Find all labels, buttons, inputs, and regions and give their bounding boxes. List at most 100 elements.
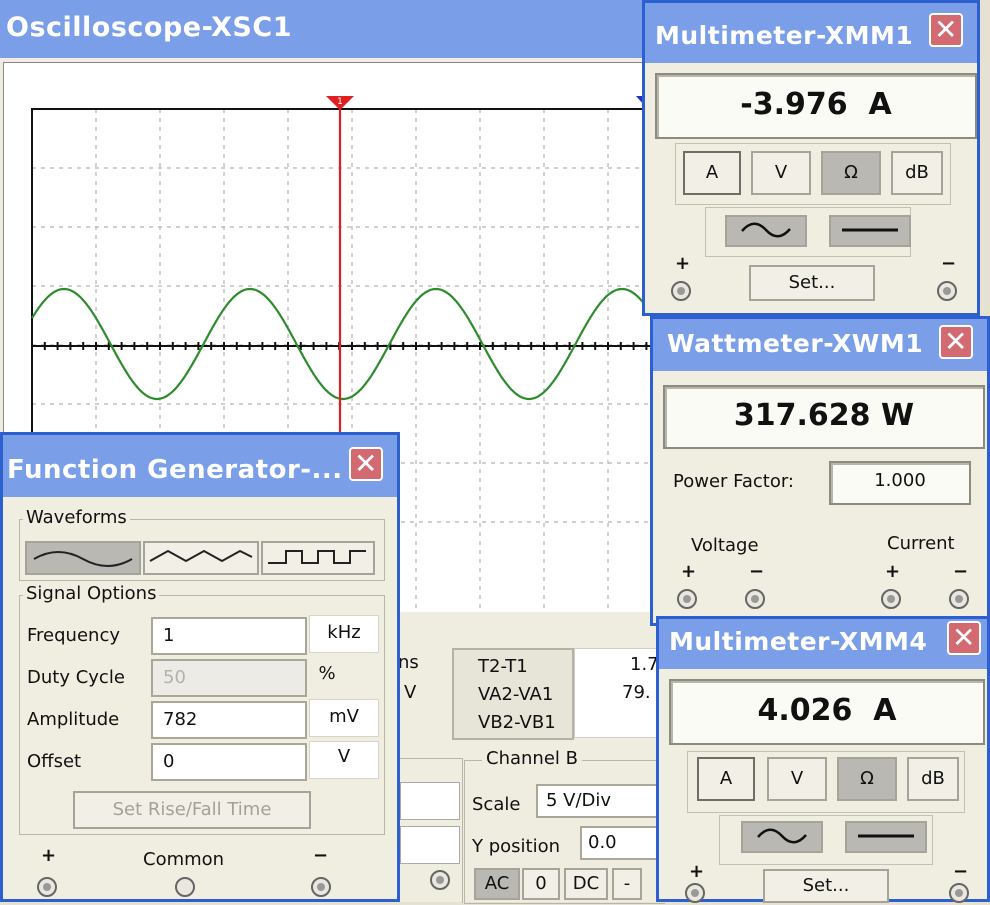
fg-common-terminal[interactable] — [173, 875, 197, 899]
xmm4-voltmeter-button[interactable]: V — [767, 757, 827, 801]
current-plus-terminal[interactable] — [879, 587, 903, 611]
delta-value-a: 1.7 — [630, 654, 659, 675]
multimeter-xmm4-reading: 4.026 A — [669, 679, 985, 745]
offset-unit[interactable]: V — [309, 741, 379, 779]
t1-column-fragment-a: ns — [398, 652, 419, 673]
square-wave-button[interactable] — [261, 541, 375, 575]
voltage-plus-terminal[interactable] — [675, 587, 699, 611]
multimeter-xmm4-close-button[interactable]: ✕ — [947, 621, 981, 655]
amplitude-unit[interactable]: mV — [309, 699, 379, 737]
sine-wave-icon — [33, 551, 133, 567]
oscilloscope-titlebar[interactable]: Oscilloscope-XSC1 — [0, 0, 660, 58]
xmm4-plus-terminal[interactable] — [683, 881, 707, 905]
voltage-minus-label: − — [749, 561, 765, 582]
fg-plus-label: + — [41, 845, 57, 866]
power-factor-value: 1.000 — [829, 461, 971, 505]
channel-b-ypos-label: Y position — [472, 836, 561, 857]
fg-common-label: Common — [143, 849, 225, 870]
xmm1-minus-label: − — [941, 253, 957, 274]
close-icon: ✕ — [952, 621, 976, 654]
voltage-plus-label: + — [681, 561, 697, 582]
dc-line-icon — [842, 228, 898, 232]
xmm4-plus-label: + — [689, 861, 705, 882]
triangle-wave-icon — [149, 549, 253, 563]
triangle-wave-button[interactable] — [143, 541, 259, 575]
power-factor-label: Power Factor: — [673, 471, 794, 492]
fg-minus-label: − — [313, 845, 329, 866]
square-wave-icon — [268, 550, 366, 564]
multimeter-xmm1-reading: -3.976 A — [655, 73, 977, 139]
delta-value-b: 79. — [622, 682, 651, 703]
current-label: Current — [887, 533, 955, 554]
offset-label: Offset — [27, 751, 82, 772]
channel-b-scale-label: Scale — [472, 794, 521, 815]
fg-minus-terminal[interactable] — [309, 875, 333, 899]
ext-trigger-terminal[interactable] — [428, 868, 452, 892]
channel-b-scale-field[interactable]: 5 V/Div — [536, 784, 660, 818]
xmm4-minus-terminal[interactable] — [947, 881, 971, 905]
frequency-label: Frequency — [27, 625, 120, 646]
xmm1-ammeter-button[interactable]: A — [683, 151, 741, 195]
close-icon: ✕ — [944, 325, 968, 358]
xmm4-minus-label: − — [953, 861, 969, 882]
oscilloscope-title: Oscilloscope-XSC1 — [6, 12, 292, 43]
xmm1-plus-terminal[interactable] — [669, 279, 693, 303]
sine-wave-button[interactable] — [25, 541, 141, 575]
channel-b-ypos-field[interactable]: 0.0 — [580, 826, 660, 860]
duty-cycle-label: Duty Cycle — [27, 667, 125, 688]
function-generator-close-button[interactable]: ✕ — [349, 447, 383, 481]
close-icon: ✕ — [934, 13, 958, 46]
signal-options-label: Signal Options — [23, 583, 160, 604]
offset-field[interactable]: 0 — [151, 743, 307, 781]
dc-line-icon — [858, 834, 914, 838]
function-generator-title: Function Generator-... — [7, 455, 343, 485]
cursor-1-number: 1 — [337, 97, 343, 107]
xmm1-dc-button[interactable] — [829, 215, 911, 247]
multimeter-xmm4-window: Multimeter-XMM4 ✕ 4.026 A A V Ω dB + − S… — [656, 616, 990, 905]
xmm4-set-button[interactable]: Set... — [763, 869, 889, 903]
frequency-field[interactable]: 1 — [151, 617, 307, 655]
voltage-minus-terminal[interactable] — [743, 587, 767, 611]
channel-b-dc-button[interactable]: DC — [564, 868, 608, 900]
xmm1-minus-terminal[interactable] — [935, 279, 959, 303]
close-icon: ✕ — [354, 447, 378, 480]
amplitude-label: Amplitude — [27, 709, 120, 730]
wattmeter-xwm1-window: Wattmeter-XWM1 ✕ 317.628 W Power Factor:… — [650, 316, 990, 626]
multimeter-xmm1-titlebar[interactable]: Multimeter-XMM1 ✕ — [645, 3, 977, 63]
channel-b-zero-button[interactable]: 0 — [522, 868, 560, 900]
xmm4-ac-button[interactable] — [741, 821, 823, 853]
amplitude-field[interactable]: 782 — [151, 701, 307, 739]
current-minus-terminal[interactable] — [947, 587, 971, 611]
multimeter-xmm4-title: Multimeter-XMM4 — [669, 627, 928, 656]
multimeter-xmm1-close-button[interactable]: ✕ — [929, 13, 963, 47]
xmm1-voltmeter-button[interactable]: V — [751, 151, 811, 195]
channel-b-invert-button[interactable]: - — [612, 868, 642, 900]
channel-a-trace — [31, 287, 659, 401]
xmm1-ac-button[interactable] — [725, 215, 807, 247]
function-generator-window: Function Generator-... ✕ Waveforms Signa… — [0, 432, 400, 902]
frequency-unit[interactable]: kHz — [309, 615, 379, 653]
xmm4-ammeter-button[interactable]: A — [697, 757, 755, 801]
xmm1-db-button[interactable]: dB — [891, 151, 943, 195]
fg-plus-terminal[interactable] — [35, 875, 59, 899]
xmm1-plus-label: + — [675, 253, 691, 274]
xmm4-dc-button[interactable] — [845, 821, 927, 853]
xmm4-ohm-button[interactable]: Ω — [837, 757, 897, 801]
current-plus-label: + — [885, 561, 901, 582]
wattmeter-xwm1-title: Wattmeter-XWM1 — [667, 329, 924, 358]
current-minus-label: − — [953, 561, 969, 582]
xmm1-set-button[interactable]: Set... — [749, 265, 875, 301]
va2-va1-label: VA2-VA1 — [478, 684, 554, 705]
function-generator-titlebar[interactable]: Function Generator-... ✕ — [3, 435, 397, 497]
ac-sine-icon — [741, 222, 791, 238]
xmm1-ohm-button[interactable]: Ω — [821, 151, 881, 195]
channel-b-ac-button[interactable]: AC — [474, 868, 520, 900]
multimeter-xmm4-titlebar[interactable]: Multimeter-XMM4 ✕ — [659, 619, 987, 669]
wattmeter-xwm1-titlebar[interactable]: Wattmeter-XWM1 ✕ — [653, 319, 987, 371]
waveforms-label: Waveforms — [23, 507, 130, 528]
duty-cycle-unit: % — [309, 657, 345, 695]
ac-sine-icon — [757, 828, 807, 844]
xmm4-db-button[interactable]: dB — [907, 757, 959, 801]
multimeter-xmm1-title: Multimeter-XMM1 — [655, 21, 914, 50]
wattmeter-close-button[interactable]: ✕ — [939, 325, 973, 359]
